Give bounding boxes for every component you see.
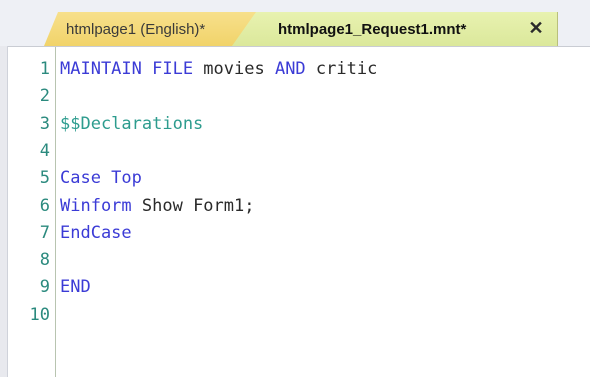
line-number: 7	[39, 222, 50, 243]
code-line[interactable]: END	[60, 277, 91, 297]
keyword-token: Case Top	[60, 168, 142, 189]
text-token: movies	[193, 59, 275, 79]
code-editor[interactable]: 1 2 3 4 5 6 7 8 9 10 MAINTAIN FILE movies AND cri…	[8, 47, 590, 377]
line-number: 10	[29, 304, 50, 325]
text-token: critic	[305, 59, 378, 79]
keyword-token: MAINTAIN FILE	[60, 59, 194, 79]
tab-request1-mnt[interactable]: htmlpage1_Request1.mnt* ✕	[232, 12, 558, 46]
code-line[interactable]: $$Declarations	[60, 114, 203, 134]
keyword-token: EndCase	[60, 222, 132, 243]
code-line[interactable]: Case Top	[60, 168, 142, 188]
text-token: Show Form1;	[131, 195, 255, 216]
tab-label: htmlpage1_Request1.mnt*	[278, 20, 467, 38]
line-number: 5	[39, 168, 50, 189]
tab-strip: htmlpage1 (English)* htmlpage1_Request1.…	[0, 0, 590, 47]
tab-label: htmlpage1 (English)*	[66, 20, 206, 38]
code-line[interactable]: MAINTAIN FILE movies AND critic	[60, 59, 377, 79]
window-left-border	[0, 46, 8, 377]
line-number: 4	[39, 140, 50, 161]
keyword-token: AND	[274, 59, 306, 79]
line-number: 2	[39, 86, 50, 107]
line-number: 1	[39, 59, 50, 79]
line-number: 8	[39, 250, 50, 271]
code-line[interactable]: EndCase	[60, 223, 132, 243]
code-line[interactable]: Winform Show Form1;	[60, 196, 254, 216]
editor-window: htmlpage1 (English)* htmlpage1_Request1.…	[0, 0, 590, 377]
keyword-token: END	[60, 277, 91, 298]
line-number: 6	[39, 195, 50, 216]
line-number: 9	[39, 277, 50, 298]
line-number-gutter: 1 2 3 4 5 6 7 8 9 10	[8, 47, 56, 377]
directive-token: $$Declarations	[60, 113, 204, 134]
line-number: 3	[39, 113, 50, 134]
keyword-token: Winform	[60, 195, 132, 216]
close-icon[interactable]: ✕	[527, 19, 545, 37]
